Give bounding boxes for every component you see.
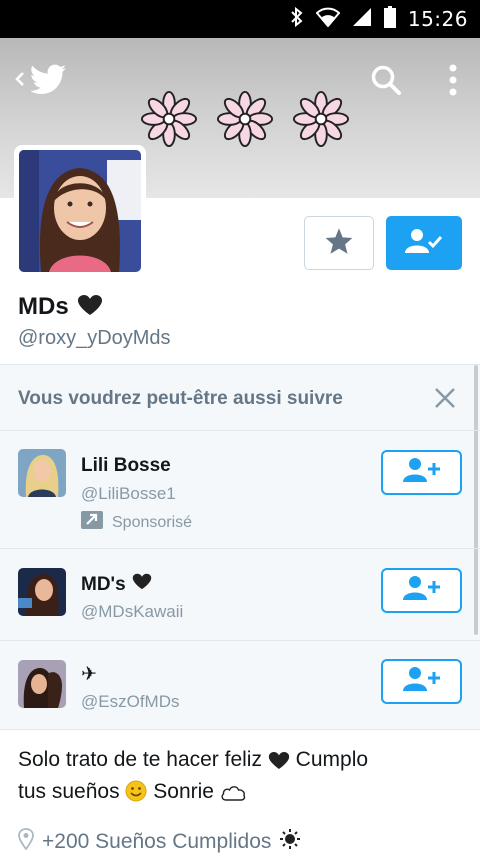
suggestion-handle: @MDsKawaii [81,602,184,621]
heart-icon [268,750,290,778]
bio-text: Cumplo [295,748,369,771]
suggestion-item[interactable]: MD's @MDsKawaii [0,549,480,641]
twitter-bird-icon [29,64,67,99]
profile-location: +200 Sueños Cumplidos [18,828,301,854]
close-icon [434,387,456,414]
bio-text: tus sueños [18,780,120,803]
more-vert-icon [449,64,457,101]
suggestion-name: ✈ [81,663,97,686]
status-bar: 15:26 [0,0,480,38]
follow-button[interactable] [381,568,462,613]
suggestion-item[interactable]: Lili Bosse @LiliBosse1 Sponsorisé [0,431,480,549]
bluetooth-icon [290,6,304,33]
promoted-text: Sponsorisé [112,513,193,531]
wifi-icon [315,7,341,32]
avatar-image [19,150,141,272]
follow-button[interactable] [381,659,462,704]
profile-handle: @roxy_yDoyMds [18,327,171,349]
banner-flowers [140,90,350,153]
profile-avatar[interactable] [14,145,146,277]
search-button[interactable] [366,62,406,102]
cloud-icon [220,782,246,810]
status-icons: 15:26 [290,0,468,38]
follow-button[interactable] [381,450,462,495]
suggestion-handle: @LiliBosse1 [81,484,176,503]
star-icon [324,227,354,260]
following-icon [404,228,444,259]
profile-name-row: MDs [18,293,103,321]
suggestion-name-text: ✈ [81,664,97,685]
bio-text: Solo trato de te hacer feliz [18,748,262,771]
follow-icon [402,457,442,488]
favorite-button[interactable] [304,216,374,270]
who-to-follow-title: Vous voudrez peut-être aussi suivre [18,388,343,409]
suggestion-name-text: MD's [81,573,126,595]
heart-icon [77,294,103,321]
clock: 15:26 [407,7,468,31]
follow-icon [402,666,442,697]
back-icon [15,71,25,92]
battery-icon [383,5,396,33]
bio-text: Sonrie [153,780,214,803]
promoted-label: Sponsorisé [81,511,192,534]
suggestion-avatar [18,449,66,497]
suggestion-name: Lili Bosse [81,455,171,477]
flower-icon [140,90,198,153]
following-button[interactable] [386,216,462,270]
suggestion-name-text: Lili Bosse [81,455,171,476]
suggestion-avatar [18,568,66,616]
heart-icon [132,573,152,596]
flower-icon [292,90,350,153]
who-to-follow-panel: Vous voudrez peut-être aussi suivre Lili… [0,364,480,730]
sun-icon [279,828,301,854]
who-to-follow-header: Vous voudrez peut-être aussi suivre [0,365,480,431]
smiley-icon [125,780,147,810]
flower-icon [216,90,274,153]
suggestion-avatar [18,660,66,708]
profile-display-name: MDs [18,293,69,320]
dismiss-suggestions-button[interactable] [430,385,460,415]
location-pin-icon [18,828,34,854]
location-text: +200 Sueños Cumplidos [42,830,272,853]
search-icon [370,64,402,101]
suggestion-name: MD's [81,573,152,596]
back-button[interactable] [6,64,76,98]
promoted-icon [81,511,103,534]
suggestion-item[interactable]: ✈ @EszOfMDs [0,641,480,731]
signal-icon [352,7,372,32]
follow-icon [402,575,442,606]
suggestion-handle: @EszOfMDs [81,692,180,711]
profile-bio: Solo trato de te hacer feliz Cumplo tus … [18,746,458,810]
more-options-button[interactable] [436,62,470,102]
